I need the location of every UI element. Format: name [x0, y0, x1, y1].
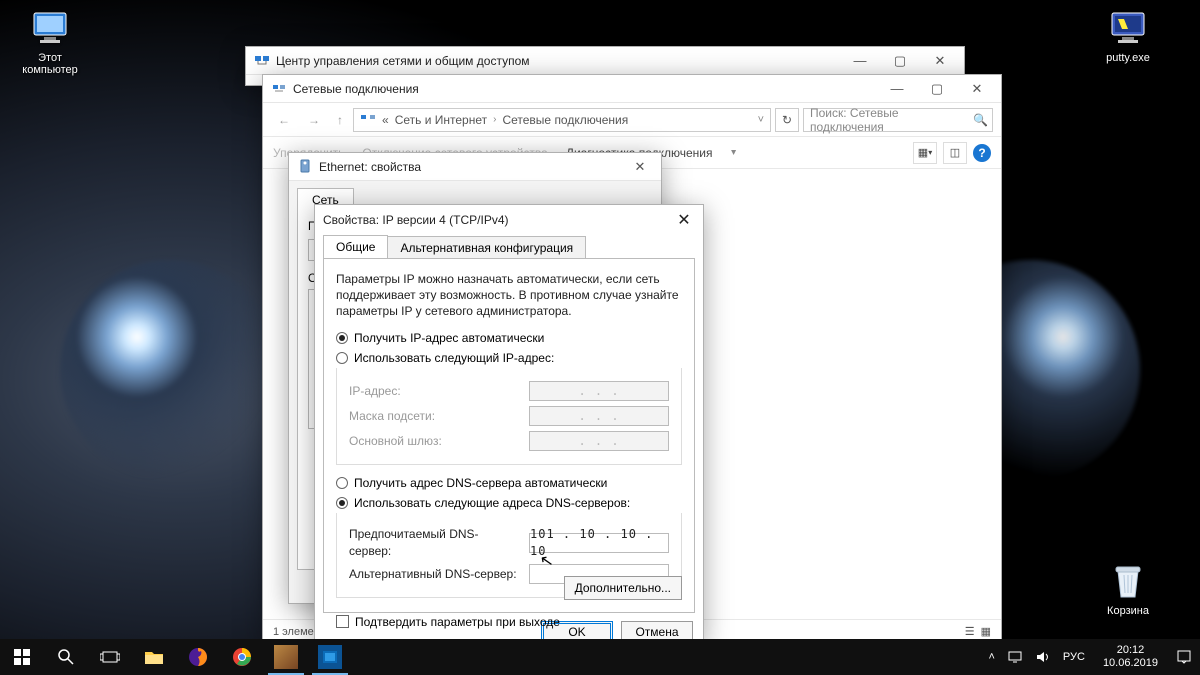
radio-use-following-ip[interactable]: Использовать следующий IP-адрес:: [336, 350, 682, 366]
advanced-button[interactable]: Дополнительно...: [564, 576, 682, 600]
network-icon: [360, 113, 376, 127]
radio-use-following-dns[interactable]: Использовать следующие адреса DNS-сервер…: [336, 495, 682, 511]
radio-icon: [336, 332, 348, 344]
ethernet-icon: [297, 159, 313, 175]
tray-language[interactable]: РУС: [1063, 651, 1085, 663]
window-title: Свойства: IP версии 4 (TCP/IPv4): [323, 213, 509, 227]
radio-icon: [336, 477, 348, 489]
tray-notifications-icon[interactable]: [1176, 649, 1192, 665]
chevron-right-icon[interactable]: ▸: [728, 150, 739, 155]
window-ipv4-properties[interactable]: Свойства: IP версии 4 (TCP/IPv4) ✕ Общие…: [314, 204, 704, 644]
search-input[interactable]: Поиск: Сетевые подключения 🔍: [803, 108, 993, 132]
preferred-dns-input[interactable]: 101 . 10 . 10 . 10: [529, 533, 669, 553]
putty-icon: [1108, 8, 1148, 48]
label-gateway: Основной шлюз:: [349, 433, 519, 449]
ip-address-input: . . .: [529, 381, 669, 401]
radio-icon: [336, 352, 348, 364]
crumb[interactable]: Сетевые подключения: [502, 113, 628, 127]
network-icon: [254, 53, 270, 69]
details-view-button[interactable]: ☰: [965, 625, 975, 638]
desktop-icon-label: Этот компьютер: [10, 52, 90, 76]
close-button[interactable]: ✕: [957, 75, 997, 103]
taskbar-app-firefox[interactable]: [176, 639, 220, 675]
label-subnet-mask: Маска подсети:: [349, 408, 519, 424]
refresh-button[interactable]: ↻: [775, 108, 799, 132]
network-adapter-icon: [271, 81, 287, 97]
close-button[interactable]: ✕: [623, 153, 657, 181]
view-options-button[interactable]: ▦▾: [913, 142, 937, 164]
label-preferred-dns: Предпочитаемый DNS-сервер:: [349, 526, 519, 558]
window-title: Центр управления сетями и общим доступом: [276, 54, 530, 68]
intro-text: Параметры IP можно назначать автоматичес…: [336, 271, 682, 320]
window-title: Ethernet: свойства: [319, 160, 421, 174]
checkbox-icon: [336, 615, 349, 628]
search-button[interactable]: [44, 639, 88, 675]
search-icon: 🔍: [973, 113, 988, 127]
computer-icon: [30, 8, 70, 48]
subnet-mask-input: . . .: [529, 406, 669, 426]
close-button[interactable]: ✕: [669, 208, 699, 232]
task-view-button[interactable]: [88, 639, 132, 675]
taskbar-app-running-2[interactable]: [308, 639, 352, 675]
tab-alternate-config[interactable]: Альтернативная конфигурация: [387, 236, 586, 259]
nav-forward-button[interactable]: →: [301, 107, 327, 133]
nav-up-button[interactable]: ↑: [331, 107, 349, 133]
address-bar: ← → ↑ « Сеть и Интернет › Сетевые подклю…: [263, 103, 1001, 137]
maximize-button[interactable]: ▢: [880, 47, 920, 75]
gateway-input: . . .: [529, 431, 669, 451]
label-alternate-dns: Альтернативный DNS-сервер:: [349, 566, 519, 582]
minimize-button[interactable]: ―: [877, 75, 917, 103]
desktop-icon-this-pc[interactable]: Этот компьютер: [10, 8, 90, 76]
maximize-button[interactable]: ▢: [917, 75, 957, 103]
breadcrumb[interactable]: « Сеть и Интернет › Сетевые подключения …: [353, 108, 771, 132]
tray-network-icon[interactable]: [1007, 650, 1023, 664]
tray-clock[interactable]: 20:12 10.06.2019: [1097, 644, 1164, 669]
help-button[interactable]: ?: [973, 144, 991, 162]
system-tray: ˄ РУС 20:12 10.06.2019: [980, 644, 1200, 669]
tray-chevron-up-icon[interactable]: ˄: [988, 651, 994, 663]
icons-view-button[interactable]: ▦: [981, 625, 991, 638]
label-ip-address: IP-адрес:: [349, 383, 519, 399]
crumb[interactable]: Сеть и Интернет: [395, 113, 487, 127]
close-button[interactable]: ✕: [920, 47, 960, 75]
taskbar-app-chrome[interactable]: [220, 639, 264, 675]
desktop-icon-label: Корзина: [1088, 605, 1168, 617]
taskbar[interactable]: ˄ РУС 20:12 10.06.2019: [0, 639, 1200, 675]
window-title: Сетевые подключения: [293, 82, 419, 96]
radio-icon: [336, 497, 348, 509]
taskbar-app-running-1[interactable]: [264, 639, 308, 675]
minimize-button[interactable]: ―: [840, 47, 880, 75]
radio-obtain-dns-auto[interactable]: Получить адрес DNS-сервера автоматически: [336, 475, 682, 491]
trash-icon: [1108, 561, 1148, 601]
taskbar-app-file-explorer[interactable]: [132, 639, 176, 675]
checkbox-validate-on-exit[interactable]: Подтвердить параметры при выходе: [336, 614, 682, 630]
preview-pane-button[interactable]: ◫: [943, 142, 967, 164]
chevron-down-icon[interactable]: ˅: [758, 114, 764, 126]
desktop-icon-label: putty.exe: [1088, 52, 1168, 64]
chevron-right-icon: ›: [493, 114, 496, 125]
radio-obtain-ip-auto[interactable]: Получить IP-адрес автоматически: [336, 330, 682, 346]
start-button[interactable]: [0, 639, 44, 675]
nav-back-button[interactable]: ←: [271, 107, 297, 133]
desktop-icon-putty[interactable]: putty.exe: [1088, 8, 1168, 64]
desktop-icon-recycle-bin[interactable]: Корзина: [1088, 561, 1168, 617]
tray-volume-icon[interactable]: [1035, 650, 1051, 664]
tab-general[interactable]: Общие: [323, 235, 388, 258]
